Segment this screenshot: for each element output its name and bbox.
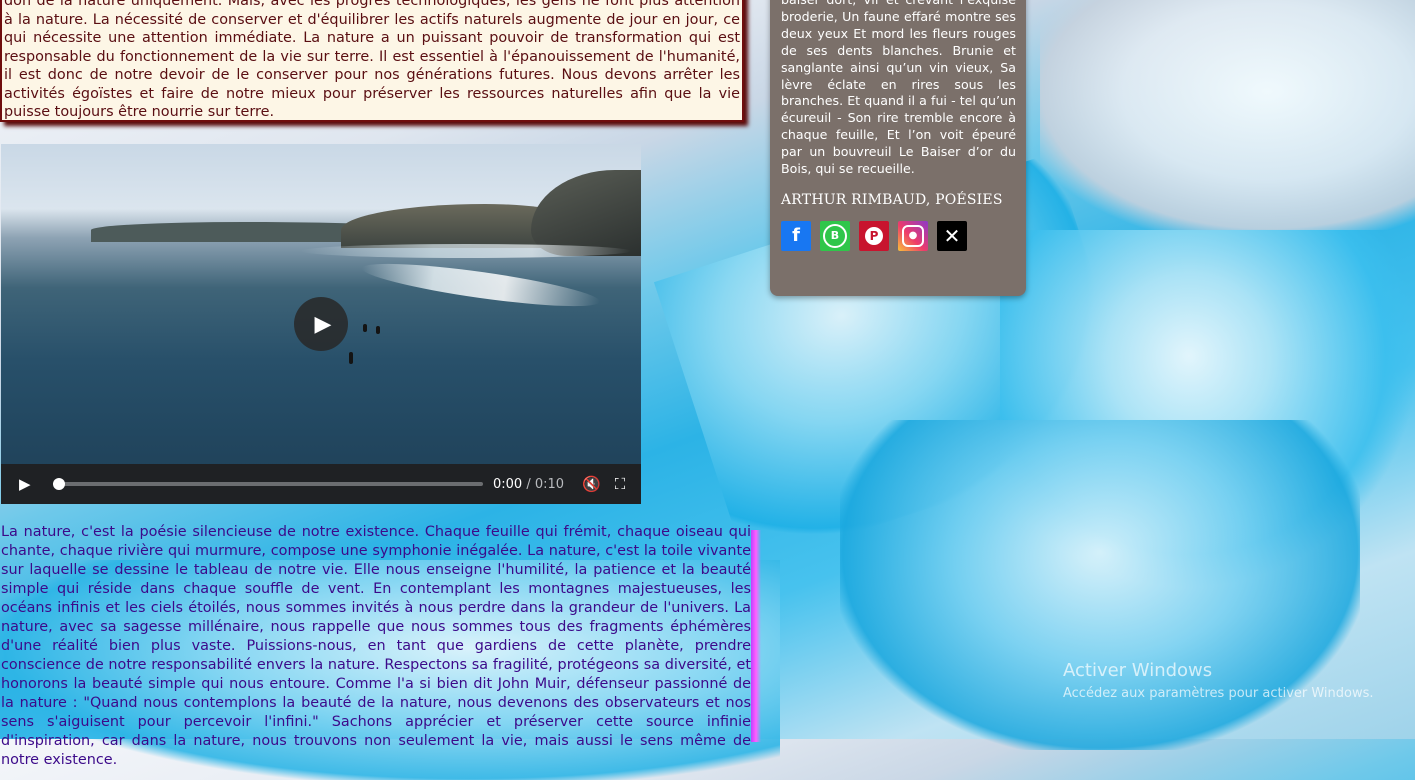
whatsapp-icon[interactable]: B — [820, 220, 850, 251]
watermark-subtitle: Accédez aux paramètres pour activer Wind… — [1063, 686, 1374, 701]
bottom-paragraph: La nature, c'est la poésie silencieuse d… — [1, 524, 751, 768]
play-overlay-button[interactable]: ▶ — [294, 297, 348, 351]
progress-knob[interactable] — [53, 478, 65, 490]
video-controls: ▶ 0:00 / 0:10 🔇 ⛶ — [1, 464, 641, 504]
windows-activation-watermark: Activer Windows Accédez aux paramètres p… — [1063, 660, 1374, 701]
play-icon: ▶ — [314, 311, 332, 337]
facebook-icon[interactable]: f — [781, 220, 811, 251]
video-frame-wave — [360, 255, 602, 315]
video-frame-surfer — [363, 324, 367, 332]
side-accent-bar — [751, 530, 761, 742]
poem-author: ARTHUR RIMBAUD, POÉSIES — [781, 191, 1003, 208]
instagram-icon[interactable]: ● — [898, 220, 928, 251]
snow-background — [1040, 0, 1415, 230]
time-display: 0:00 / 0:10 — [493, 477, 564, 492]
fullscreen-icon[interactable]: ⛶ — [615, 475, 626, 493]
video-frame-surfer — [376, 326, 380, 334]
poem-text: baiser dort, Vif et crevant l’exquise br… — [781, 0, 1016, 177]
video-frame-cliff — [531, 170, 641, 256]
top-paragraph: don de la nature uniquement. Mais, avec … — [4, 0, 740, 120]
current-time: 0:00 — [493, 476, 523, 492]
time-separator: / — [526, 476, 531, 492]
watermark-title: Activer Windows — [1063, 660, 1213, 681]
play-button[interactable]: ▶ — [19, 475, 33, 493]
mute-icon[interactable]: 🔇 — [582, 475, 601, 493]
social-links: f B P ● ✕ — [781, 220, 1016, 251]
video-frame-wave — [301, 244, 631, 258]
top-text-box: don de la nature uniquement. Mais, avec … — [0, 0, 744, 122]
poem-card: baiser dort, Vif et crevant l’exquise br… — [770, 0, 1026, 296]
pinterest-icon[interactable]: P — [859, 220, 889, 251]
x-icon[interactable]: ✕ — [937, 220, 967, 251]
progress-bar[interactable] — [53, 478, 483, 490]
video-player[interactable]: ▶ ▶ 0:00 / 0:10 🔇 ⛶ — [1, 144, 641, 504]
duration: 0:10 — [534, 476, 565, 492]
video-frame-surfer — [349, 352, 353, 364]
ice-background — [1000, 230, 1415, 590]
